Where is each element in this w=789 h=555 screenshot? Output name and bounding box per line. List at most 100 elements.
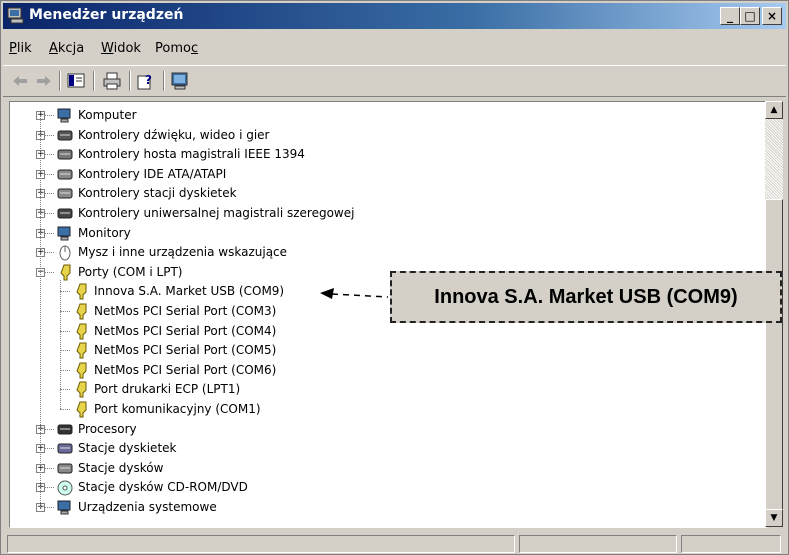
tree-item-label: Porty (COM i LPT) [78, 264, 183, 279]
tree-connector [45, 134, 54, 136]
port-icon [76, 283, 87, 300]
menu-accelerator: P [9, 41, 17, 56]
sound-icon [57, 130, 73, 141]
status-pane [519, 535, 677, 553]
menu-label: idok [113, 41, 141, 56]
tree-connector [45, 252, 54, 254]
tree-item-label: Stacje dyskietek [78, 441, 177, 456]
status-pane [681, 535, 781, 553]
tree-item-label: NetMos PCI Serial Port (COM6) [94, 362, 277, 377]
tree-item-label: Stacje dysków CD-ROM/DVD [78, 480, 248, 495]
callout-box: Innova S.A. Market USB (COM9) [390, 271, 782, 323]
usb-icon [57, 208, 73, 219]
status-pane [7, 535, 515, 553]
tree-item-label: Kontrolery IDE ATA/ATAPI [78, 166, 227, 181]
ide-controller-icon [57, 169, 73, 180]
disk-drive-icon [57, 463, 73, 474]
menu-plik[interactable]: Plik [9, 41, 32, 56]
tree-connector [45, 213, 54, 214]
tree-connector [40, 115, 41, 507]
minimize-button[interactable]: _ [720, 7, 740, 25]
tree-connector [60, 311, 70, 312]
scroll-up-button[interactable]: ▲ [765, 101, 783, 119]
menu-accelerator: c [190, 41, 199, 56]
back-arrow-icon[interactable] [9, 70, 31, 92]
ieee1394-icon [57, 149, 73, 160]
menu-label: lik [16, 41, 32, 56]
tree-item-label: Port drukarki ECP (LPT1) [94, 382, 241, 397]
port-icon [76, 381, 87, 398]
mouse-icon [59, 245, 71, 261]
status-bar [3, 533, 786, 554]
tree-item-label: Kontrolery hosta magistrali IEEE 1394 [78, 147, 305, 162]
tree-connector [60, 389, 70, 391]
tree-item-label: Stacje dysków [78, 460, 164, 475]
tree-connector [60, 369, 70, 371]
tree-connector [45, 271, 54, 273]
menu-bar: Plik Akcja Widok Pomoc [3, 35, 786, 59]
tree-connector [60, 330, 70, 332]
tree-connector [45, 507, 54, 508]
processor-icon [57, 424, 73, 435]
cdrom-icon [57, 480, 73, 496]
menu-label: kcja [57, 41, 85, 56]
tree-item-label: Monitory [78, 225, 131, 240]
tree-connector [45, 487, 54, 489]
menu-akcja[interactable]: Akcja [49, 41, 84, 56]
port-icon [76, 362, 87, 379]
scan-hardware-icon[interactable] [169, 70, 191, 92]
tree-item-label: Mysz i inne urządzenia wskazujące [78, 245, 288, 260]
monitor-icon [57, 226, 71, 241]
tree-item-label: Kontrolery dźwięku, wideo i gier [78, 127, 270, 142]
toolbar: ? [3, 65, 786, 97]
scrollbar-thumb[interactable] [765, 199, 783, 514]
tree-connector [45, 154, 54, 156]
port-icon [76, 401, 87, 418]
tree-item-label: Kontrolery stacji dyskietek [78, 186, 237, 201]
toolbar-separator [163, 71, 165, 91]
device-manager-icon [7, 7, 24, 24]
port-icon [60, 264, 71, 281]
menu-label: Pomo [155, 41, 191, 56]
menu-accelerator: W [101, 41, 114, 56]
tree-connector [60, 350, 70, 352]
tree-connector [45, 448, 54, 450]
show-hide-tree-icon[interactable] [65, 70, 87, 92]
floppy-controller-icon [57, 188, 73, 199]
tree-connector [60, 291, 70, 293]
close-button[interactable]: × [762, 7, 782, 25]
tree-connector [60, 279, 61, 409]
svg-text:?: ? [145, 73, 152, 87]
tree-item-label: NetMos PCI Serial Port (COM3) [94, 304, 277, 318]
system-device-icon [57, 500, 71, 515]
tree-item-label: Urządzenia systemowe [78, 500, 217, 514]
title-bar[interactable]: Menedżer urządzeń _ □ × [3, 3, 786, 29]
scroll-down-button[interactable]: ▼ [765, 509, 783, 527]
menu-pomoc[interactable]: Pomoc [155, 41, 198, 56]
tree-connector [45, 428, 54, 430]
menu-widok[interactable]: Widok [101, 41, 141, 56]
port-icon [76, 323, 87, 340]
port-icon [76, 303, 87, 320]
port-icon [76, 342, 87, 359]
tree-item-label: Innova S.A. Market USB (COM9) [94, 284, 285, 299]
properties-help-icon[interactable]: ? [135, 70, 157, 92]
toolbar-separator [93, 71, 95, 91]
callout-arrow-icon [320, 288, 389, 299]
maximize-button[interactable]: □ [740, 7, 760, 25]
tree-connector [45, 115, 54, 116]
print-icon[interactable] [101, 70, 123, 92]
forward-arrow-icon[interactable] [33, 70, 55, 92]
callout-text: Innova S.A. Market USB (COM9) [434, 286, 738, 308]
tree-item-label: Komputer [78, 108, 137, 122]
menu-accelerator: A [49, 41, 58, 56]
tree-item-label: NetMos PCI Serial Port (COM4) [94, 323, 277, 338]
tree-connector [45, 193, 54, 195]
window-title: Menedżer urządzeń [29, 7, 184, 23]
tree-connector [60, 409, 70, 410]
tree-item-label: NetMos PCI Serial Port (COM5) [94, 343, 277, 358]
tree-connector [45, 232, 54, 234]
tree-item-label: Port komunikacyjny (COM1) [94, 402, 261, 416]
tree-connector [45, 467, 54, 469]
computer-icon [57, 108, 71, 123]
